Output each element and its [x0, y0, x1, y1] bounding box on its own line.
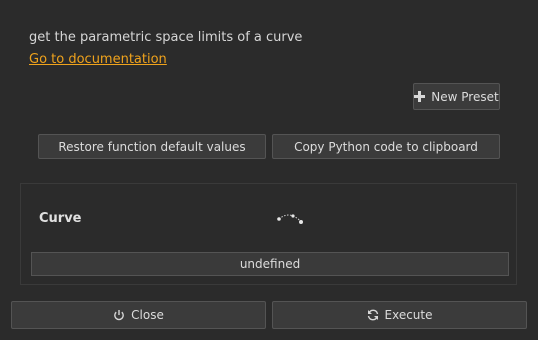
power-icon	[113, 309, 125, 321]
new-preset-label: New Preset	[431, 89, 499, 104]
copy-python-button[interactable]: Copy Python code to clipboard	[272, 134, 500, 159]
execute-button[interactable]: Execute	[272, 301, 527, 329]
function-dialog: get the parametric space limits of a cur…	[0, 0, 538, 340]
refresh-icon	[367, 309, 379, 321]
curve-value-field[interactable]: undefined	[31, 252, 509, 276]
documentation-link[interactable]: Go to documentation	[29, 52, 167, 67]
parameter-panel: Curve undefined	[20, 183, 517, 285]
function-description: get the parametric space limits of a cur…	[29, 30, 303, 45]
restore-defaults-button[interactable]: Restore function default values	[38, 134, 266, 159]
execute-label: Execute	[384, 308, 433, 322]
plus-icon	[414, 91, 426, 102]
new-preset-button[interactable]: New Preset	[413, 83, 500, 110]
close-label: Close	[131, 308, 164, 322]
curve-icon	[276, 211, 304, 230]
close-button[interactable]: Close	[11, 301, 266, 329]
curve-param-label: Curve	[39, 211, 82, 226]
